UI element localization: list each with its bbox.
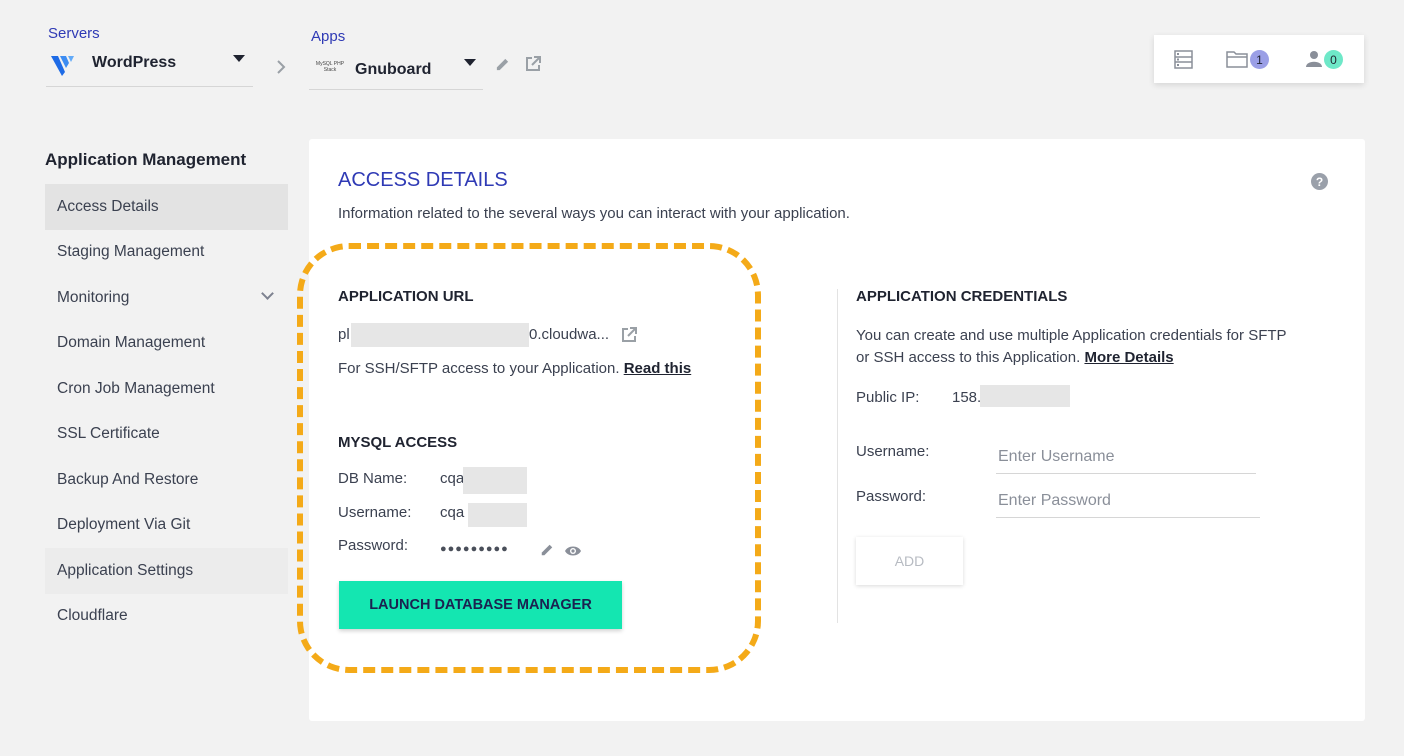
- top-icon-toolbar: 1 0: [1154, 35, 1364, 83]
- sidebar-item-application-settings[interactable]: Application Settings: [45, 548, 288, 594]
- sidebar-item-label: Monitoring: [57, 288, 130, 306]
- app-select[interactable]: MySQL PHP Stack Gnuboard: [309, 50, 483, 90]
- server-list-icon[interactable]: [1174, 50, 1193, 74]
- credentials-desc-line1: You can create and use multiple Applicat…: [856, 327, 1287, 344]
- server-select[interactable]: WordPress: [46, 46, 253, 87]
- credentials-username-label: Username:: [856, 443, 930, 460]
- folder-count-badge: 1: [1250, 50, 1269, 69]
- sidebar-item-access-details[interactable]: Access Details: [45, 184, 288, 230]
- credentials-desc-line2: or SSH access to this Application. More …: [856, 349, 1174, 366]
- db-password-label: Password:: [338, 537, 409, 554]
- sidebar-item-domain-management[interactable]: Domain Management: [45, 321, 288, 367]
- sidebar-item-backup-and-restore[interactable]: Backup And Restore: [45, 457, 288, 503]
- sidebar-item-staging-management[interactable]: Staging Management: [45, 230, 288, 276]
- access-details-panel: ACCESS DETAILS Information related to th…: [297, 139, 1365, 721]
- app-caret-icon: [464, 59, 476, 66]
- redacted-url-block: [351, 323, 529, 347]
- sidebar-item-label: SSL Certificate: [57, 425, 160, 443]
- open-url-external-link-icon[interactable]: [620, 326, 638, 349]
- sidebar-item-label: Cron Job Management: [57, 379, 215, 397]
- chevron-right-icon: [276, 60, 286, 79]
- show-password-eye-icon[interactable]: [564, 544, 582, 562]
- sidebar-item-label: Backup And Restore: [57, 470, 199, 488]
- page-description: Information related to the several ways …: [338, 205, 850, 222]
- page-title: ACCESS DETAILS: [338, 169, 508, 191]
- db-name-label: DB Name:: [338, 470, 408, 487]
- sidebar-item-cloudflare[interactable]: Cloudflare: [45, 594, 288, 640]
- sidebar-item-label: Deployment Via Git: [57, 516, 191, 534]
- edit-password-pencil-icon[interactable]: [540, 543, 554, 562]
- application-url-title: APPLICATION URL: [338, 288, 474, 305]
- vultr-logo-icon: [51, 54, 75, 81]
- application-url-start[interactable]: pl: [338, 326, 350, 343]
- sidebar-item-label: Domain Management: [57, 334, 206, 352]
- help-icon[interactable]: ?: [1311, 173, 1328, 190]
- redacted-public-ip: [980, 385, 1070, 407]
- db-username-label: Username:: [338, 504, 412, 521]
- mysql-access-title: MYSQL ACCESS: [338, 434, 458, 451]
- php-stack-logo-icon: MySQL PHP Stack: [315, 61, 345, 73]
- servers-label: Servers: [48, 25, 100, 42]
- launch-database-manager-button[interactable]: LAUNCH DATABASE MANAGER: [339, 581, 622, 629]
- app-name: Gnuboard: [355, 61, 432, 78]
- sidebar-nav: Access Details Staging Management Monito…: [45, 184, 288, 639]
- server-name: WordPress: [92, 54, 177, 71]
- sidebar-item-label: Access Details: [57, 197, 159, 215]
- server-caret-icon: [233, 55, 245, 62]
- edit-app-pencil-icon[interactable]: [495, 57, 510, 77]
- db-username-value: cqa: [440, 504, 465, 521]
- column-divider: [837, 289, 838, 623]
- credentials-desc-text: or SSH access to this Application.: [856, 349, 1081, 366]
- add-credentials-button[interactable]: ADD: [856, 537, 963, 585]
- ssh-access-label: For SSH/SFTP access to your Application.: [338, 360, 620, 377]
- chevron-down-icon: [261, 287, 274, 300]
- apps-label: Apps: [311, 28, 346, 45]
- folder-icon[interactable]: [1226, 50, 1248, 73]
- public-ip-value: 158.: [952, 389, 982, 406]
- sidebar-item-label: Cloudflare: [57, 607, 128, 625]
- open-app-external-link-icon[interactable]: [524, 55, 542, 78]
- user-icon[interactable]: [1306, 50, 1322, 73]
- credentials-password-label: Password:: [856, 488, 927, 505]
- credentials-username-input[interactable]: [996, 441, 1256, 474]
- application-url-end[interactable]: 0.cloudwa...: [529, 326, 609, 343]
- redacted-db-username: [468, 503, 527, 527]
- sidebar-title: Application Management: [45, 150, 247, 169]
- user-count-badge: 0: [1324, 50, 1343, 69]
- db-name-value: cqa: [440, 470, 465, 487]
- public-ip-label: Public IP:: [856, 389, 920, 406]
- sidebar-item-label: Staging Management: [57, 243, 205, 261]
- credentials-password-input[interactable]: [996, 485, 1260, 518]
- sidebar-item-ssl-certificate[interactable]: SSL Certificate: [45, 412, 288, 458]
- read-this-link[interactable]: Read this: [624, 360, 692, 377]
- sidebar-item-deployment-via-git[interactable]: Deployment Via Git: [45, 503, 288, 549]
- redacted-db-name: [463, 467, 527, 494]
- more-details-link[interactable]: More Details: [1084, 349, 1173, 366]
- sidebar-item-label: Application Settings: [57, 561, 194, 579]
- sidebar-item-monitoring[interactable]: Monitoring: [45, 275, 288, 321]
- sidebar-item-cron-job-management[interactable]: Cron Job Management: [45, 366, 288, 412]
- ssh-access-text: For SSH/SFTP access to your Application.…: [338, 360, 691, 377]
- application-credentials-title: APPLICATION CREDENTIALS: [856, 288, 1068, 305]
- db-password-value: ●●●●●●●●●: [440, 543, 509, 555]
